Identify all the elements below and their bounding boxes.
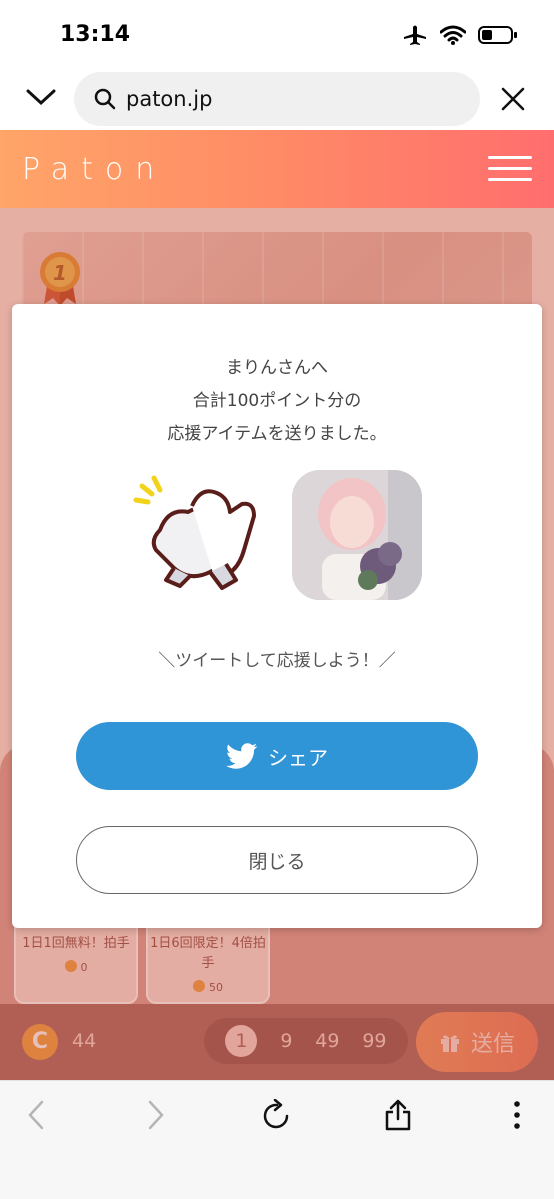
modal-line-points: 合計100ポイント分の [192,391,362,411]
modal-line-sent: 応援アイテムを送りました。 [167,424,387,444]
back-icon[interactable] [26,1099,46,1131]
tweet-prompt: ＼ツイートして応援しよう！／ [158,651,396,671]
close-button[interactable]: 閉じる [76,826,478,894]
status-icons [402,24,518,46]
forward-icon[interactable] [146,1099,166,1131]
twitter-bird-icon [226,743,258,769]
chevron-down-icon[interactable] [26,84,56,110]
close-icon[interactable] [500,86,526,112]
site-header: Paton [0,130,554,208]
hamburger-menu-icon[interactable] [488,156,532,182]
browser-toolbar [0,1080,554,1199]
share-icon[interactable] [384,1099,412,1131]
airplane-icon [404,25,426,45]
gift-sent-modal: まりんさんへ 合計100ポイント分の 応援アイテムを送りました。 ＼ツイートして… [12,304,542,928]
share-label: シェア [268,745,328,770]
recipient-avatar [292,470,422,600]
wifi-icon [440,25,466,45]
modal-line-recipient: まりんさんへ [226,358,328,378]
browser-bar: paton.jp [0,70,554,130]
modal-message: まりんさんへ 合計100ポイント分の 応援アイテムを送りました。 [12,352,542,451]
search-icon [94,88,116,110]
reload-icon[interactable] [262,1099,292,1131]
url-field[interactable]: paton.jp [74,72,480,126]
more-icon[interactable] [512,1099,522,1131]
clapping-hands-icon [133,475,256,590]
battery-icon [478,26,517,44]
status-bar: 13:14 [0,0,554,70]
status-time: 13:14 [60,22,131,47]
site-logo[interactable]: Paton [22,152,166,187]
share-button[interactable]: シェア [76,722,478,790]
url-text: paton.jp [126,87,213,111]
